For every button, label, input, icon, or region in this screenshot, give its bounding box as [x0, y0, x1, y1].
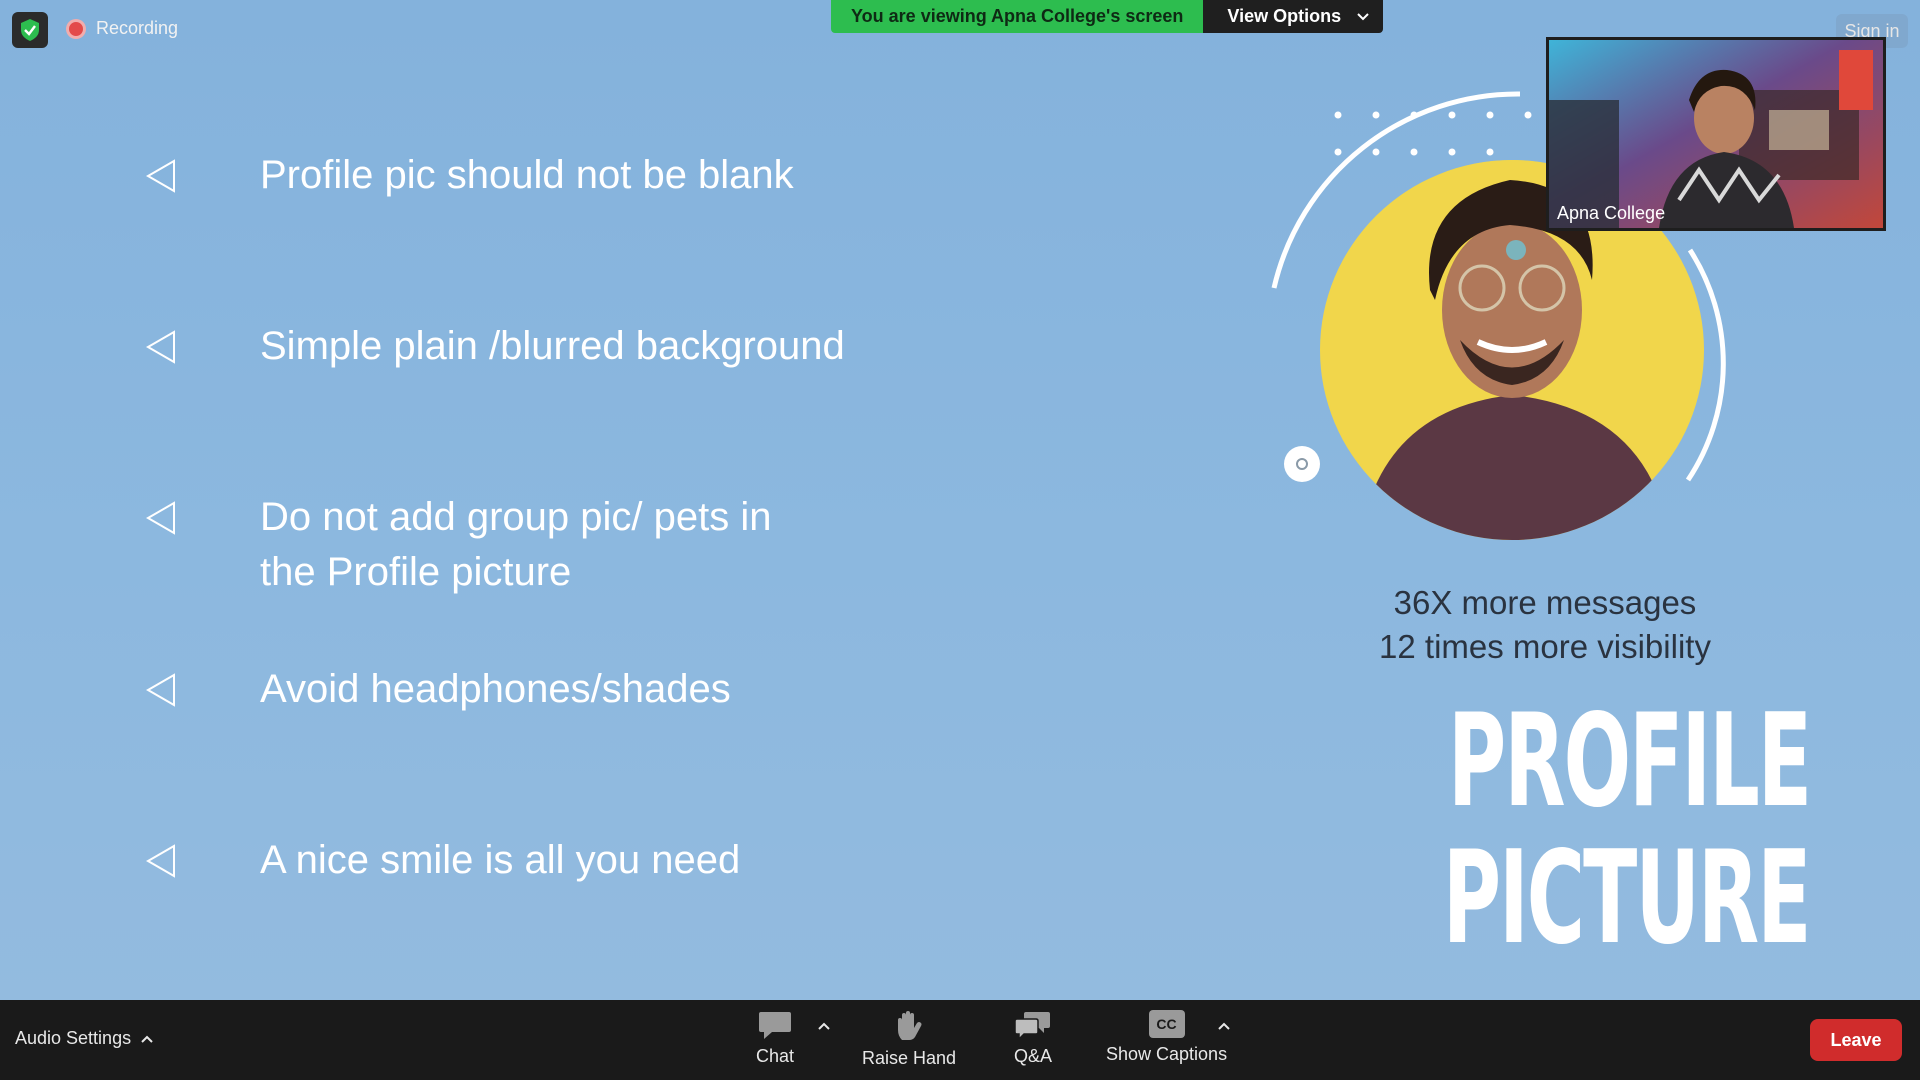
stat-messages: 36X more messages: [1393, 584, 1697, 621]
qa-button[interactable]: Q&A: [1014, 1010, 1052, 1067]
captions-options-chevron-up-icon[interactable]: [1218, 1022, 1230, 1030]
show-captions-label: Show Captions: [1106, 1044, 1228, 1064]
audio-settings-button[interactable]: Audio Settings: [15, 1028, 153, 1049]
slide-title-line2: PICTURE: [1443, 824, 1812, 973]
bullet-text: Avoid headphones/shades: [260, 667, 731, 711]
chat-label: Chat: [756, 1046, 795, 1066]
chevron-down-icon: [1357, 12, 1369, 20]
audio-settings-label: Audio Settings: [15, 1028, 132, 1048]
view-options-label: View Options: [1227, 6, 1342, 26]
bullet-text: Profile pic should not be blank: [260, 153, 794, 197]
screen-share-banner: You are viewing Apna College's screen Vi…: [831, 0, 1384, 33]
slide-title-line1: PROFILE: [1447, 687, 1812, 836]
qa-bubbles-icon: [1014, 1012, 1050, 1040]
raise-hand-label: Raise Hand: [862, 1048, 957, 1068]
bullet-1: Profile pic should not be blank: [144, 148, 794, 197]
security-shield-icon[interactable]: [12, 12, 48, 48]
recording-indicator: Recording: [66, 18, 178, 39]
show-captions-button[interactable]: CC Show Captions: [1106, 1010, 1227, 1065]
bullet-4: Avoid headphones/shades: [144, 662, 731, 711]
chat-bubble-icon: [759, 1012, 792, 1039]
triangle-bullet-icon: [145, 159, 175, 193]
triangle-bullet-icon: [145, 330, 175, 364]
bullet-2: Simple plain /blurred background: [144, 319, 845, 368]
raise-hand-button[interactable]: Raise Hand: [862, 1010, 956, 1069]
closed-captions-icon: CC: [1148, 1010, 1185, 1038]
bullet-5: A nice smile is all you need: [144, 833, 740, 882]
view-options-button[interactable]: View Options: [1203, 0, 1384, 33]
bullet-text: Simple plain /blurred background: [260, 324, 845, 368]
chat-button[interactable]: Chat: [756, 1010, 794, 1067]
triangle-bullet-icon: [145, 501, 175, 535]
qa-label: Q&A: [1014, 1046, 1053, 1066]
raised-hand-icon: [898, 1011, 922, 1040]
bullet-3: Do not add group pic/ pets in the Profil…: [144, 490, 771, 594]
leave-button[interactable]: Leave: [1810, 1019, 1902, 1061]
viewing-screen-text: You are viewing Apna College's screen: [831, 0, 1204, 33]
triangle-bullet-icon: [145, 844, 175, 878]
chat-options-chevron-up-icon[interactable]: [818, 1022, 830, 1030]
chevron-up-icon: [141, 1035, 153, 1043]
video-feed: [1549, 40, 1883, 228]
stat-visibility: 12 times more visibility: [1379, 628, 1711, 665]
settings-dot-icon: [1284, 446, 1320, 482]
bullet-text: A nice smile is all you need: [260, 838, 741, 882]
recording-dot-icon: [66, 18, 86, 39]
meeting-toolbar: Audio Settings Chat Raise Hand Q&A CC Sh…: [0, 1000, 1920, 1080]
cc-text: CC: [1156, 1016, 1177, 1032]
participant-video-tile[interactable]: Apna College: [1546, 37, 1886, 231]
bullet-text: Do not add group pic/ pets in the Profil…: [260, 495, 772, 594]
participant-name: Apna College: [1557, 203, 1666, 223]
triangle-bullet-icon: [145, 673, 175, 707]
recording-label: Recording: [96, 18, 179, 38]
